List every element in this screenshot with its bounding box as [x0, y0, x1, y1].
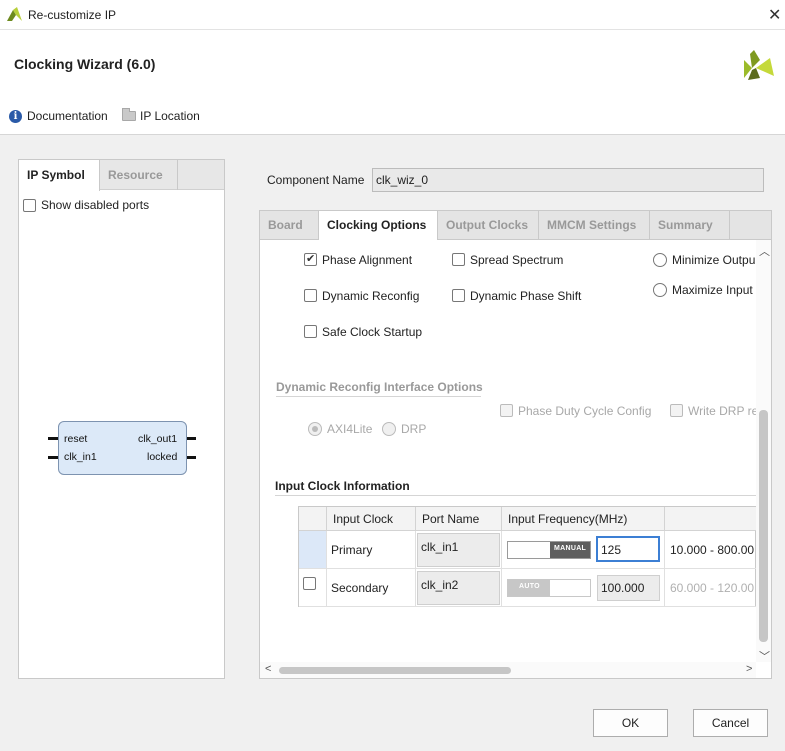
scroll-left-icon[interactable]: < [265, 663, 271, 675]
port-label-locked: locked [147, 451, 178, 463]
write-drp-label: Write DRP re [688, 404, 756, 418]
dynamic-reconfig-section-title: Dynamic Reconfig Interface Options [276, 380, 483, 394]
component-name-field[interactable]: clk_wiz_0 [372, 168, 764, 192]
show-disabled-ports-label: Show disabled ports [41, 198, 150, 212]
drp-radio[interactable] [382, 422, 396, 436]
phase-duty-cycle-label: Phase Duty Cycle Config [518, 404, 652, 418]
header [0, 30, 785, 135]
table-cell-secondary: Secondary [327, 569, 416, 607]
dynamic-reconfig-label: Dynamic Reconfig [322, 289, 420, 303]
tab-clocking-options[interactable]: Clocking Options [319, 211, 438, 241]
info-icon: i [9, 110, 22, 123]
dynamic-phase-shift-label: Dynamic Phase Shift [470, 289, 582, 303]
minimize-output-radio[interactable] [653, 253, 667, 267]
scroll-up-icon[interactable]: ︿ [759, 243, 770, 259]
phase-duty-cycle-checkbox[interactable] [500, 404, 513, 417]
table-header-select [299, 507, 327, 531]
primary-manual-toggle[interactable]: MANUAL [507, 541, 591, 559]
minimize-output-label: Minimize Outpu [672, 253, 756, 267]
scroll-right-icon[interactable]: > [746, 663, 752, 675]
port-pin [48, 456, 58, 459]
table-header-input-clock: Input Clock [327, 507, 416, 531]
secondary-port-name-field[interactable]: clk_in2 [417, 571, 500, 605]
cancel-button[interactable]: Cancel [693, 709, 768, 737]
xilinx-logo-icon [7, 7, 22, 21]
port-label-clk-out1: clk_out1 [138, 433, 178, 445]
write-drp-checkbox[interactable] [670, 404, 683, 417]
vertical-scroll-thumb[interactable] [759, 410, 768, 642]
section-divider [276, 396, 481, 397]
folder-icon [122, 108, 136, 121]
table-header-range [665, 507, 756, 531]
port-pin [186, 437, 196, 440]
table-header-input-frequency: Input Frequency(MHz) [502, 507, 665, 531]
primary-range-text: 10.000 - 800.00 [665, 531, 756, 569]
port-label-reset: reset [64, 433, 88, 445]
tab-resource[interactable]: Resource [100, 160, 178, 190]
phase-alignment-checkbox[interactable] [304, 252, 317, 266]
secondary-range-text: 60.000 - 120.00 [665, 569, 756, 607]
xilinx-logo-icon [744, 50, 774, 80]
dynamic-phase-shift-checkbox[interactable] [452, 289, 465, 302]
maximize-input-radio[interactable] [653, 283, 667, 297]
tab-mmcm-settings[interactable]: MMCM Settings [539, 211, 650, 240]
scroll-down-icon[interactable]: ﹀ [759, 648, 770, 664]
dynamic-reconfig-checkbox[interactable] [304, 289, 317, 302]
spread-spectrum-checkbox[interactable] [452, 253, 465, 266]
title-bar: Re-customize IP ✕ [0, 0, 785, 30]
tab-output-clocks[interactable]: Output Clocks [438, 211, 539, 240]
spread-spectrum-label: Spread Spectrum [470, 253, 564, 267]
secondary-frequency-input[interactable]: 100.000 [597, 575, 660, 601]
ip-symbol-panel [18, 159, 225, 679]
close-icon[interactable]: ✕ [768, 5, 781, 25]
primary-frequency-input[interactable]: 125 [596, 536, 660, 562]
show-disabled-ports-checkbox[interactable] [23, 199, 36, 212]
ok-button[interactable]: OK [593, 709, 668, 737]
section-divider [275, 495, 756, 496]
maximize-input-label: Maximize Input [672, 283, 753, 297]
ip-symbol-block [58, 421, 187, 475]
window-title: Re-customize IP [28, 8, 117, 22]
clocking-options-panel [259, 240, 772, 679]
component-name-label: Component Name [267, 173, 365, 187]
port-label-clk-in1: clk_in1 [64, 451, 97, 463]
tab-summary[interactable]: Summary [650, 211, 730, 240]
safe-clock-startup-checkbox[interactable] [304, 325, 317, 338]
horizontal-scroll-thumb[interactable] [279, 667, 511, 674]
documentation-link[interactable]: Documentation [27, 109, 108, 123]
table-cell-primary: Primary [327, 531, 416, 569]
secondary-clock-checkbox[interactable] [303, 577, 316, 590]
page-title: Clocking Wizard (6.0) [14, 56, 156, 72]
tab-board[interactable]: Board [260, 211, 319, 240]
input-clock-section-title: Input Clock Information [275, 479, 410, 493]
axi4lite-radio[interactable] [308, 422, 322, 436]
port-pin [186, 456, 196, 459]
phase-alignment-label: Phase Alignment [322, 253, 413, 267]
axi4lite-label: AXI4Lite [327, 422, 373, 436]
secondary-auto-toggle[interactable]: AUTO [507, 579, 591, 597]
port-pin [48, 437, 58, 440]
table-header-port-name: Port Name [416, 507, 502, 531]
toggle-label: MANUAL [554, 545, 587, 552]
table-row-selector[interactable] [299, 531, 327, 569]
drp-label: DRP [401, 422, 427, 436]
primary-port-name-field[interactable]: clk_in1 [417, 533, 500, 567]
safe-clock-startup-label: Safe Clock Startup [322, 325, 423, 339]
ip-location-link[interactable]: IP Location [140, 109, 200, 123]
tab-ip-symbol[interactable]: IP Symbol [19, 160, 100, 191]
toggle-label: AUTO [519, 583, 540, 590]
